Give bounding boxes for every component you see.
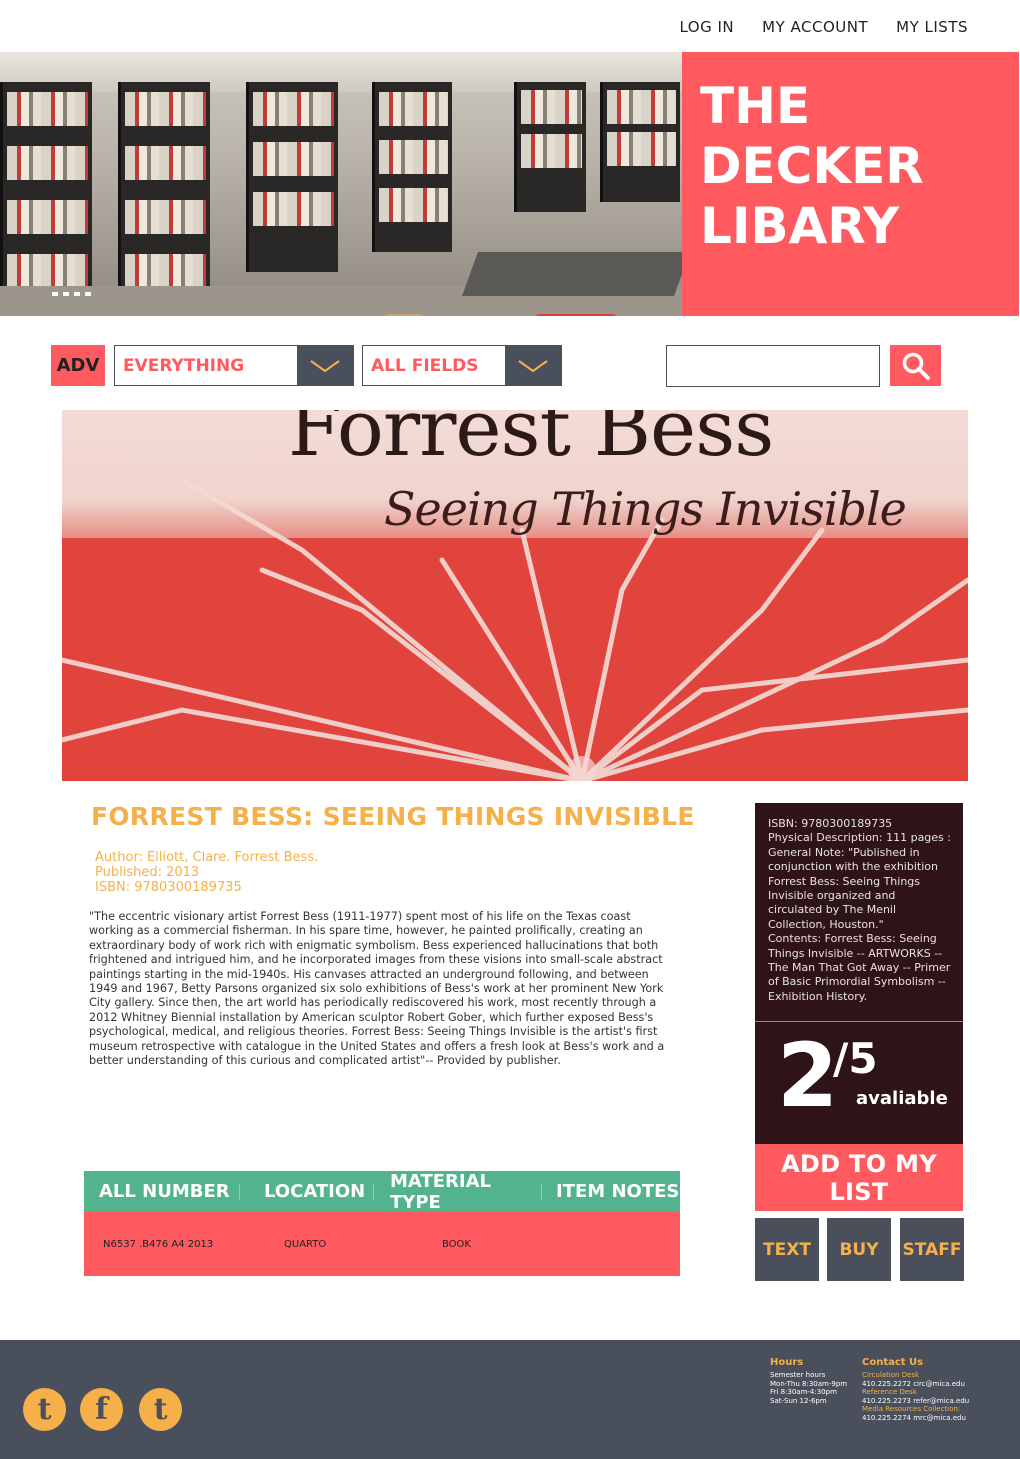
book-published: Published: 2013	[95, 865, 200, 880]
hours-line: Semester hours	[770, 1371, 826, 1379]
reference-label: Reference Desk	[862, 1388, 917, 1396]
circulation-contact[interactable]: 410.225.2272 circ@mica.edu	[862, 1380, 969, 1389]
cover-title: Forrest Bess	[288, 410, 774, 474]
media-contact[interactable]: 410.225.2274 mrc@mica.edu	[862, 1414, 969, 1423]
availability-label: avaliable	[856, 1088, 948, 1109]
hours-line: Sat-Sun 12-6pm	[770, 1396, 827, 1405]
add-to-my-list-button[interactable]: ADD TO MY LIST	[755, 1144, 963, 1211]
location-cell: QUARTO	[284, 1238, 327, 1250]
bibliographic-details: ISBN: 9780300189735 Physical Description…	[755, 803, 963, 1021]
available-count: 2	[777, 1024, 839, 1127]
my-account-link[interactable]: MY ACCOUNT	[762, 18, 868, 36]
my-lists-link[interactable]: MY LISTS	[896, 18, 968, 36]
column-header: LOCATION	[264, 1181, 366, 1202]
red-box	[536, 314, 616, 316]
login-link[interactable]: LOG IN	[679, 18, 734, 36]
detail-contents: Contents: Forrest Bess: Seeing Things In…	[768, 932, 951, 1003]
twitter-icon[interactable]: t	[139, 1388, 182, 1431]
chevron-down-icon[interactable]	[297, 346, 353, 385]
detail-isbn: ISBN: 9780300189735	[768, 817, 893, 830]
circulation-label: Circulation Desk	[862, 1371, 920, 1379]
shelf	[372, 82, 452, 252]
table	[461, 252, 682, 296]
contact-section: Contact Us Circulation Desk 410.225.2272…	[862, 1357, 969, 1422]
book-description: "The eccentric visionary artist Forrest …	[89, 910, 665, 1068]
shelf	[118, 82, 210, 316]
carousel-dot[interactable]	[52, 292, 58, 296]
shelf	[600, 82, 680, 202]
column-header: ALL NUMBER	[99, 1181, 230, 1202]
shelf	[514, 82, 586, 212]
text-button[interactable]: TEXT	[755, 1218, 819, 1281]
carousel-dot[interactable]	[74, 292, 80, 296]
brand-block: THE DECKER LIBARY	[682, 52, 1019, 316]
staff-button[interactable]: STAFF	[900, 1218, 964, 1281]
call-number-cell: N6537 .B476 A4 2013	[103, 1238, 214, 1250]
carousel-dot[interactable]	[85, 292, 91, 296]
top-nav: LOG IN MY ACCOUNT MY LISTS	[679, 18, 968, 36]
search-input[interactable]	[666, 345, 880, 387]
holdings-table: ALL NUMBER LOCATION MATERIAL TYPE ITEM N…	[84, 1171, 680, 1276]
book-title: FORREST BESS: SEEING THINGS INVISIBLE	[91, 802, 695, 831]
search-button[interactable]	[890, 345, 941, 386]
holdings-header: ALL NUMBER LOCATION MATERIAL TYPE ITEM N…	[84, 1170, 680, 1213]
search-icon	[902, 352, 930, 380]
book-cover-image: Forrest Bess Seeing Things Invisible	[62, 410, 968, 781]
field-select-value: ALL FIELDS	[371, 355, 479, 376]
cover-subtitle: Seeing Things Invisible	[384, 482, 907, 536]
reference-contact[interactable]: 410.225.2273 refer@mica.edu	[862, 1397, 969, 1406]
book-meta: Author: Elliott, Clare. Forrest Bess. Pu…	[95, 850, 318, 895]
footer: t f t Hours Semester hours Mon-Thu 8:30a…	[0, 1340, 1020, 1459]
carousel-dot[interactable]	[63, 292, 69, 296]
buy-button[interactable]: BUY	[827, 1218, 891, 1281]
table-row: N6537 .B476 A4 2013 QUARTO BOOK	[84, 1212, 680, 1276]
chair	[380, 314, 428, 316]
field-select[interactable]: ALL FIELDS	[362, 345, 562, 386]
material-type-cell: BOOK	[442, 1238, 471, 1250]
media-label: Media Resources Collection:	[862, 1405, 961, 1413]
advanced-search-button[interactable]: ADV	[51, 345, 105, 386]
chevron-down-icon[interactable]	[505, 346, 561, 385]
library-title: THE DECKER LIBARY	[700, 77, 924, 255]
facebook-icon[interactable]: f	[80, 1388, 123, 1431]
detail-physical: Physical Description: 111 pages :	[768, 831, 951, 845]
scope-select[interactable]: EVERYTHING	[114, 345, 354, 386]
book-isbn: ISBN: 9780300189735	[95, 880, 242, 895]
scope-select-value: EVERYTHING	[123, 355, 245, 376]
shelf	[246, 82, 338, 272]
hero-carousel-image	[0, 52, 682, 316]
hours-section: Hours Semester hours Mon-Thu 8:30am-9pm …	[770, 1357, 847, 1405]
hours-line: Fri 8:30am-4:30pm	[770, 1388, 837, 1396]
column-header: MATERIAL TYPE	[390, 1170, 491, 1213]
book-author[interactable]: Author: Elliott, Clare. Forrest Bess.	[95, 850, 318, 865]
total-count: /5	[833, 1034, 878, 1083]
column-header: ITEM NOTES	[556, 1181, 680, 1202]
tumblr-icon[interactable]: t	[23, 1388, 66, 1431]
availability-panel: 2 /5 avaliable	[755, 1021, 963, 1144]
contact-title: Contact Us	[862, 1357, 924, 1368]
detail-note: General Note: "Published in conjunction …	[768, 845, 938, 931]
hours-line: Mon-Thu 8:30am-9pm	[770, 1379, 848, 1388]
carousel-dots[interactable]	[52, 292, 91, 296]
shelf	[0, 82, 92, 316]
hours-title: Hours	[770, 1357, 804, 1368]
